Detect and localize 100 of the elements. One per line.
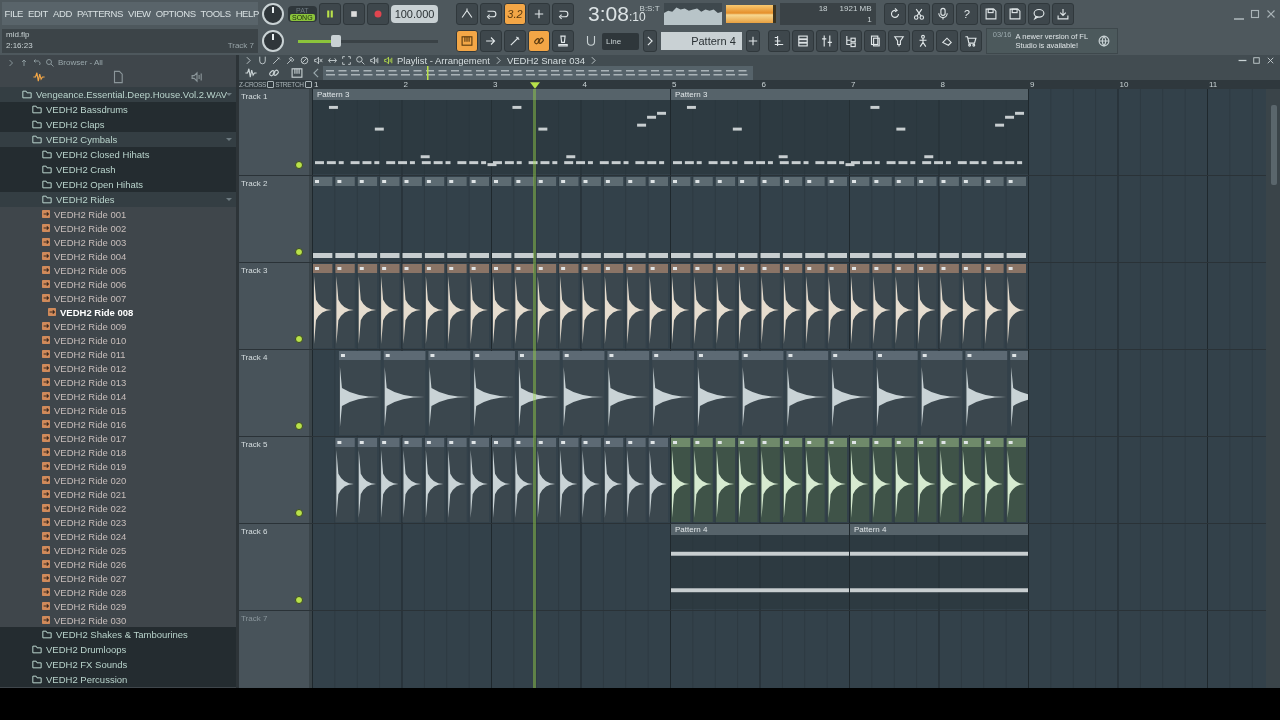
track-lane[interactable]: Pattern 3 Pattern 3 (312, 89, 1266, 175)
track-lane[interactable] (312, 437, 1266, 523)
toolbar-button[interactable]: 3.2 (504, 2, 526, 25)
track-enabled-led[interactable] (295, 248, 303, 256)
sample-item[interactable]: VEDH2 Ride 007 (0, 291, 236, 305)
sample-item[interactable]: VEDH2 Ride 001 (0, 207, 236, 221)
sample-item[interactable]: VEDH2 Ride 028 (0, 585, 236, 599)
menu-item[interactable]: EDIT (25, 8, 51, 19)
sample-item[interactable]: VEDH2 Ride 019 (0, 459, 236, 473)
folder-item[interactable]: VEDH2 Crash (0, 162, 236, 177)
folder-item[interactable]: VEDH2 Shakes & Tambourines (0, 627, 236, 642)
track-lane[interactable]: Pattern 4 Pattern 4 (312, 524, 1266, 610)
snap-dropdown[interactable]: Line (602, 32, 640, 50)
track-name[interactable]: Track 5 (241, 440, 268, 449)
track-name[interactable]: Track 3 (241, 266, 268, 275)
track-name[interactable]: Track 2 (241, 179, 268, 188)
sample-item[interactable]: VEDH2 Ride 026 (0, 557, 236, 571)
pattern-clip[interactable]: Pattern 3 (313, 89, 670, 174)
sample-item[interactable]: VEDH2 Ride 017 (0, 431, 236, 445)
clip-source-name[interactable]: VEDH2 Snare 034 (506, 55, 586, 66)
toolbar-button[interactable] (552, 2, 574, 25)
folder-item[interactable]: VEDH2 Closed Hihats (0, 147, 236, 162)
sample-item[interactable]: VEDH2 Ride 011 (0, 347, 236, 361)
sample-item[interactable]: VEDH2 Ride 008 (0, 305, 236, 319)
sample-item[interactable]: VEDH2 Ride 002 (0, 221, 236, 235)
sample-item[interactable]: VEDH2 Ride 014 (0, 389, 236, 403)
stop-button[interactable] (342, 2, 365, 25)
toolbar-button[interactable] (935, 30, 958, 52)
toolbar-button[interactable] (480, 30, 502, 52)
pattern-clip[interactable]: Pattern 4 (850, 524, 1028, 609)
sample-item[interactable]: VEDH2 Ride 024 (0, 529, 236, 543)
sample-item[interactable]: VEDH2 Ride 018 (0, 445, 236, 459)
sample-item[interactable]: VEDH2 Ride 004 (0, 249, 236, 263)
timeline-ruler[interactable]: 1 2 3 4 5 6 7 8 9 10 11 (312, 80, 1280, 89)
track-name[interactable]: Track 1 (241, 92, 268, 101)
track-enabled-led[interactable] (295, 509, 303, 517)
track-enabled-led[interactable] (295, 335, 303, 343)
toolbar-button[interactable] (456, 2, 478, 25)
folder-item[interactable]: VEDH2 Cymbals (0, 132, 236, 147)
volume-knob[interactable] (262, 2, 284, 25)
track-lane[interactable] (312, 176, 1266, 262)
toolbar-button[interactable] (931, 2, 954, 25)
menu-item[interactable]: HELP (233, 8, 262, 19)
toolbar-button[interactable] (863, 30, 886, 52)
sample-item[interactable]: VEDH2 Ride 013 (0, 375, 236, 389)
menu-item[interactable]: TOOLS (198, 8, 234, 19)
sample-item[interactable]: VEDH2 Ride 003 (0, 235, 236, 249)
sample-item[interactable]: VEDH2 Ride 023 (0, 515, 236, 529)
toolbar-button[interactable] (1051, 2, 1074, 25)
sample-item[interactable]: VEDH2 Ride 005 (0, 263, 236, 277)
menu-item[interactable]: ADD (50, 8, 75, 19)
toolbar-button[interactable] (1003, 2, 1026, 25)
sample-item[interactable]: VEDH2 Ride 027 (0, 571, 236, 585)
sample-item[interactable]: VEDH2 Ride 029 (0, 599, 236, 613)
toolbar-button[interactable] (1027, 2, 1050, 25)
toolbar-button[interactable] (887, 30, 910, 52)
play-button[interactable] (318, 2, 341, 25)
folder-item[interactable]: VEDH2 Open Hihats (0, 177, 236, 192)
sample-item[interactable]: VEDH2 Ride 025 (0, 543, 236, 557)
sample-item[interactable]: VEDH2 Ride 006 (0, 277, 236, 291)
folder-item[interactable]: VEDH2 FX Sounds (0, 657, 236, 672)
toolbar-button[interactable] (979, 2, 1002, 25)
folder-item[interactable]: Vengeance.Essential.Deep.House.Vol.2.WAV (0, 87, 236, 102)
overview-scrollbar[interactable] (323, 66, 753, 80)
track-name[interactable]: Track 4 (241, 353, 268, 362)
menu-item[interactable]: OPTIONS (153, 8, 199, 19)
track-enabled-led[interactable] (295, 161, 303, 169)
sample-item[interactable]: VEDH2 Ride 022 (0, 501, 236, 515)
sample-item[interactable]: VEDH2 Ride 030 (0, 613, 236, 627)
sample-item[interactable]: VEDH2 Ride 012 (0, 361, 236, 375)
folder-item[interactable]: VEDH2 Rides (0, 192, 236, 207)
pitch-knob[interactable] (262, 30, 284, 52)
folder-item[interactable]: VEDH2 Percussion (0, 672, 236, 687)
sample-item[interactable]: VEDH2 Ride 016 (0, 417, 236, 431)
tempo-field[interactable]: 100.000 (390, 4, 439, 23)
folder-item[interactable]: VEDH2 Drumloops (0, 642, 236, 657)
track-lane[interactable] (312, 611, 1266, 688)
toolbar-button[interactable] (456, 30, 478, 52)
folder-item[interactable]: VEDH2 Bassdrums (0, 102, 236, 117)
pattern-clip[interactable]: Pattern 4 (671, 524, 849, 609)
toolbar-button[interactable] (839, 30, 862, 52)
toolbar-button[interactable] (480, 2, 502, 25)
track-lane[interactable] (312, 263, 1266, 349)
sample-item[interactable]: VEDH2 Ride 020 (0, 473, 236, 487)
toolbar-button[interactable]: ? (955, 2, 978, 25)
menu-item[interactable]: FILE (2, 8, 26, 19)
menu-item[interactable]: VIEW (125, 8, 154, 19)
toolbar-button[interactable] (552, 30, 574, 52)
folder-item[interactable]: VEDH2 Claps (0, 117, 236, 132)
toolbar-button[interactable] (767, 30, 790, 52)
menu-item[interactable]: PATTERNS (74, 8, 126, 19)
toolbar-button[interactable] (907, 2, 930, 25)
toolbar-button[interactable] (959, 30, 982, 52)
toolbar-button[interactable] (528, 30, 550, 52)
track-lane[interactable] (312, 350, 1266, 436)
previous-pattern-button[interactable] (643, 30, 658, 52)
toolbar-button[interactable] (528, 2, 550, 25)
slider-thumb[interactable] (330, 34, 341, 47)
sample-item[interactable]: VEDH2 Ride 015 (0, 403, 236, 417)
toolbar-button[interactable] (504, 30, 526, 52)
